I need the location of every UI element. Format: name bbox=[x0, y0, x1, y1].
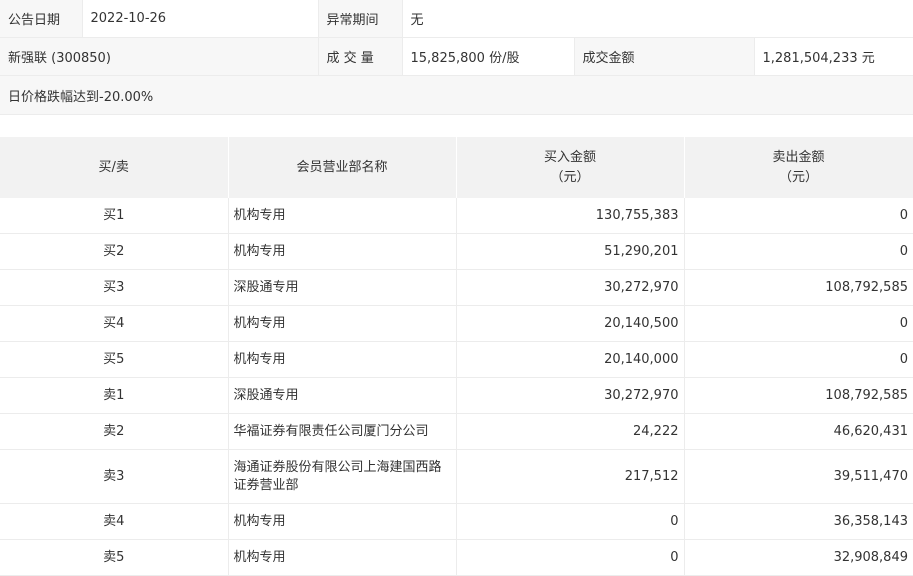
volume-value: 15,825,800 份/股 bbox=[401, 37, 574, 76]
row-sell-amount: 108,792,585 bbox=[684, 377, 913, 414]
header-buy-line2: （元） bbox=[550, 169, 590, 185]
row-branch: 机构专用 bbox=[228, 539, 457, 576]
info-row-volume: 新强联 (300850) 成 交 量 15,825,800 份/股 成交金额 1… bbox=[0, 37, 913, 76]
row-buy-amount: 20,140,500 bbox=[456, 305, 685, 342]
table-row: 卖4 机构专用 0 36,358,143 bbox=[0, 503, 913, 540]
row-branch: 深股通专用 bbox=[228, 269, 457, 306]
row-side: 卖2 bbox=[0, 413, 229, 450]
row-branch: 机构专用 bbox=[228, 233, 457, 270]
header-buy-amount: 买入金额 （元） bbox=[456, 137, 685, 198]
row-side: 卖3 bbox=[0, 449, 229, 504]
row-branch: 深股通专用 bbox=[228, 377, 457, 414]
row-sell-amount: 36,358,143 bbox=[684, 503, 913, 540]
row-side: 卖4 bbox=[0, 503, 229, 540]
row-sell-amount: 0 bbox=[684, 341, 913, 378]
row-branch: 机构专用 bbox=[228, 341, 457, 378]
row-sell-amount: 32,908,849 bbox=[684, 539, 913, 576]
row-branch: 机构专用 bbox=[228, 305, 457, 342]
row-sell-amount: 108,792,585 bbox=[684, 269, 913, 306]
row-sell-amount: 39,511,470 bbox=[684, 449, 913, 504]
row-sell-amount: 46,620,431 bbox=[684, 413, 913, 450]
row-buy-amount: 51,290,201 bbox=[456, 233, 685, 270]
table-row: 卖3 海通证券股份有限公司上海建国西路证券营业部 217,512 39,511,… bbox=[0, 449, 913, 504]
row-buy-amount: 217,512 bbox=[456, 449, 685, 504]
stock-name: 新强联 (300850) bbox=[0, 37, 318, 76]
info-row-date: 公告日期 2022-10-26 异常期间 无 bbox=[0, 0, 913, 38]
table-row: 买1 机构专用 130,755,383 0 bbox=[0, 198, 913, 234]
header-sell-line2: （元） bbox=[778, 169, 818, 185]
row-branch: 华福证券有限责任公司厦门分公司 bbox=[228, 413, 457, 450]
announcement-info-table: 公告日期 2022-10-26 异常期间 无 新强联 (300850) 成 交 … bbox=[0, 0, 913, 115]
row-branch: 机构专用 bbox=[228, 198, 457, 234]
period-value: 无 bbox=[401, 0, 913, 38]
row-side: 买3 bbox=[0, 269, 229, 306]
row-buy-amount: 30,272,970 bbox=[456, 377, 685, 414]
row-buy-amount: 0 bbox=[456, 539, 685, 576]
table-row: 卖1 深股通专用 30,272,970 108,792,585 bbox=[0, 377, 913, 414]
row-buy-amount: 24,222 bbox=[456, 413, 685, 450]
row-sell-amount: 0 bbox=[684, 198, 913, 234]
amount-value: 1,281,504,233 元 bbox=[753, 37, 913, 76]
row-branch: 机构专用 bbox=[228, 503, 457, 540]
row-side: 买5 bbox=[0, 341, 229, 378]
header-sell-amount: 卖出金额 （元） bbox=[684, 137, 913, 198]
header-sell-line1: 卖出金额 bbox=[772, 149, 825, 165]
table-row: 买5 机构专用 20,140,000 0 bbox=[0, 341, 913, 378]
row-sell-amount: 0 bbox=[684, 305, 913, 342]
amount-label: 成交金额 bbox=[573, 37, 754, 76]
row-buy-amount: 0 bbox=[456, 503, 685, 540]
date-label: 公告日期 bbox=[0, 0, 82, 38]
volume-label: 成 交 量 bbox=[317, 37, 402, 76]
table-row: 买4 机构专用 20,140,500 0 bbox=[0, 305, 913, 342]
date-value: 2022-10-26 bbox=[81, 0, 318, 38]
trading-detail-table: 买/卖 会员营业部名称 买入金额 （元） 卖出金额 （元） 买1 机构专用 13… bbox=[0, 137, 913, 576]
reason-text: 日价格跌幅达到-20.00% bbox=[0, 75, 913, 115]
period-label: 异常期间 bbox=[317, 0, 402, 38]
header-buy-line1: 买入金额 bbox=[543, 149, 596, 165]
row-side: 买1 bbox=[0, 198, 229, 234]
table-row: 买2 机构专用 51,290,201 0 bbox=[0, 233, 913, 270]
row-side: 买4 bbox=[0, 305, 229, 342]
table-header-row: 买/卖 会员营业部名称 买入金额 （元） 卖出金额 （元） bbox=[0, 137, 913, 198]
row-buy-amount: 30,272,970 bbox=[456, 269, 685, 306]
row-buy-amount: 130,755,383 bbox=[456, 198, 685, 234]
row-side: 买2 bbox=[0, 233, 229, 270]
info-row-reason: 日价格跌幅达到-20.00% bbox=[0, 75, 913, 115]
table-row: 买3 深股通专用 30,272,970 108,792,585 bbox=[0, 269, 913, 306]
table-row: 卖5 机构专用 0 32,908,849 bbox=[0, 539, 913, 576]
header-side: 买/卖 bbox=[0, 137, 229, 198]
table-row: 卖2 华福证券有限责任公司厦门分公司 24,222 46,620,431 bbox=[0, 413, 913, 450]
row-branch: 海通证券股份有限公司上海建国西路证券营业部 bbox=[228, 449, 457, 504]
row-sell-amount: 0 bbox=[684, 233, 913, 270]
row-buy-amount: 20,140,000 bbox=[456, 341, 685, 378]
row-side: 卖5 bbox=[0, 539, 229, 576]
header-branch: 会员营业部名称 bbox=[228, 137, 457, 198]
row-side: 卖1 bbox=[0, 377, 229, 414]
